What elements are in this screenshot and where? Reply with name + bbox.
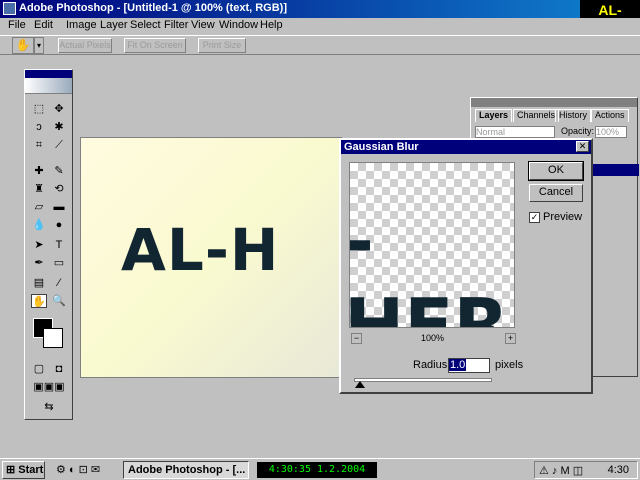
notes-tool-icon[interactable]: ▤ — [31, 276, 47, 290]
slice-tool-icon[interactable]: ⟋ — [51, 138, 67, 152]
palette-title-bar[interactable] — [471, 98, 637, 107]
menu-select[interactable]: Select — [130, 19, 161, 31]
radius-value: 1.0 — [449, 359, 467, 371]
quick-mask-icon[interactable]: ◘ — [51, 362, 67, 376]
radius-slider-track[interactable] — [354, 378, 492, 382]
magic-wand-icon[interactable]: ✱ — [51, 120, 67, 134]
tab-actions[interactable]: Actions — [591, 109, 629, 122]
layer-row-selected[interactable] — [591, 164, 639, 176]
document-canvas[interactable]: AL-H — [80, 137, 342, 378]
zoom-tool-icon[interactable]: 🔍 — [51, 294, 67, 308]
radius-label: Radius: — [413, 359, 451, 371]
opacity-label: Opacity: — [561, 126, 595, 136]
menu-view[interactable]: View — [191, 19, 215, 31]
menu-layer[interactable]: Layer — [100, 19, 128, 31]
start-button[interactable]: ⊞ Start — [2, 461, 45, 479]
actual-pixels-button[interactable]: Actual Pixels — [58, 38, 112, 53]
menu-edit[interactable]: Edit — [34, 19, 53, 31]
screen-mode-icons[interactable]: ▣▣▣ — [29, 380, 69, 394]
cancel-button[interactable]: Cancel — [529, 184, 583, 202]
dodge-tool-icon[interactable]: ● — [51, 218, 67, 232]
menu-filter[interactable]: Filter — [164, 19, 188, 31]
title-bar: Adobe Photoshop - [Untitled-1 @ 100% (te… — [0, 0, 640, 18]
preview-label: Preview — [543, 211, 583, 223]
tray-clock[interactable]: 4:30 — [608, 464, 629, 476]
background-color-swatch[interactable] — [43, 328, 63, 348]
task-photoshop[interactable]: Adobe Photoshop - [... — [123, 461, 249, 479]
standard-mode-icon[interactable]: ▢ — [31, 362, 47, 376]
shape-tool-icon[interactable]: ▭ — [51, 256, 67, 270]
print-size-button[interactable]: Print Size — [198, 38, 246, 53]
quick-launch-icons[interactable]: ⚙ ◐ ⊡ ✉ — [56, 463, 100, 476]
window-title: Adobe Photoshop - [Untitled-1 @ 100% (te… — [19, 2, 288, 14]
start-label: Start — [18, 464, 44, 476]
healing-brush-icon[interactable]: ✚ — [31, 164, 47, 178]
photoshop-logo — [25, 78, 72, 94]
tab-history[interactable]: History — [555, 109, 592, 122]
zoom-in-button[interactable]: + — [505, 333, 516, 344]
eraser-tool-icon[interactable]: ▱ — [31, 200, 47, 214]
tab-layers[interactable]: Layers — [475, 109, 513, 122]
toolbox: ⬚ ✥ ↄ ✱ ⌗ ⟋ ✚ ✎ ♜ ⟲ ▱ ▬ 💧 ● ➤ T ✒ ▭ ▤ ⁄ … — [24, 69, 73, 420]
tray-icons[interactable]: ⚠ ♪ M ◫ — [539, 464, 583, 477]
desktop-clock-widget: 4:30:35 1.2.2004 — [257, 462, 377, 478]
menu-file[interactable]: File — [8, 19, 26, 31]
radius-input[interactable]: 1.0 — [448, 358, 490, 373]
clone-stamp-icon[interactable]: ♜ — [31, 182, 47, 196]
history-brush-icon[interactable]: ⟲ — [51, 182, 67, 196]
radius-units: pixels — [495, 359, 524, 371]
zoom-out-button[interactable]: − — [351, 333, 362, 344]
preview-checkbox[interactable]: ✓ — [529, 212, 540, 223]
pen-tool-icon[interactable]: ✒ — [31, 256, 47, 270]
blur-preview[interactable]: -HER — [349, 162, 515, 328]
menu-help[interactable]: Help — [260, 19, 283, 31]
system-tray: ⚠ ♪ M ◫ 4:30 — [534, 461, 638, 479]
marquee-tool-icon[interactable]: ⬚ — [31, 102, 47, 116]
hand-tool-preset-icon[interactable]: ✋ — [12, 37, 34, 54]
options-bar: ✋ ▾ Actual Pixels Fit On Screen Print Si… — [0, 35, 640, 55]
gradient-tool-icon[interactable]: ▬ — [51, 200, 67, 214]
toolbox-title[interactable] — [25, 70, 72, 78]
type-tool-icon[interactable]: T — [51, 238, 67, 252]
windows-logo-icon: ⊞ — [6, 464, 16, 476]
radius-slider-thumb[interactable] — [355, 381, 365, 388]
jump-to-imageready-icon[interactable]: ⇆ — [29, 400, 69, 414]
menu-image[interactable]: Image — [66, 19, 97, 31]
hand-tool-icon[interactable]: ✋ — [31, 294, 47, 308]
preview-text: -HER — [349, 199, 509, 328]
taskbar: ⊞ Start ⚙ ◐ ⊡ ✉ Adobe Photoshop - [... 4… — [0, 458, 640, 480]
gaussian-blur-dialog: Gaussian Blur ✕ -HER − 100% + OK Cancel … — [339, 138, 593, 394]
path-selection-icon[interactable]: ➤ — [31, 238, 47, 252]
fit-on-screen-button[interactable]: Fit On Screen — [124, 38, 186, 53]
chevron-down-icon[interactable]: ▾ — [34, 37, 44, 54]
ok-button[interactable]: OK — [528, 161, 584, 181]
zoom-level: 100% — [421, 333, 445, 343]
eyedropper-icon[interactable]: ⁄ — [51, 276, 67, 290]
menu-bar: File Edit Image Layer Select Filter View… — [0, 18, 640, 35]
close-icon[interactable]: ✕ — [576, 141, 589, 152]
blend-mode-select[interactable]: Normal — [475, 126, 555, 138]
opacity-field[interactable]: 100% — [595, 126, 627, 138]
crop-tool-icon[interactable]: ⌗ — [31, 138, 47, 152]
move-tool-icon[interactable]: ✥ — [51, 102, 67, 116]
menu-window[interactable]: Window — [219, 19, 258, 31]
blur-tool-icon[interactable]: 💧 — [31, 218, 47, 232]
brush-tool-icon[interactable]: ✎ — [51, 164, 67, 178]
photoshop-app-icon — [3, 2, 16, 15]
canvas-text-layer: AL-H — [121, 216, 280, 284]
dialog-title[interactable]: Gaussian Blur — [341, 140, 591, 154]
tab-channels[interactable]: Channels — [513, 109, 560, 122]
lasso-tool-icon[interactable]: ↄ — [31, 120, 47, 134]
